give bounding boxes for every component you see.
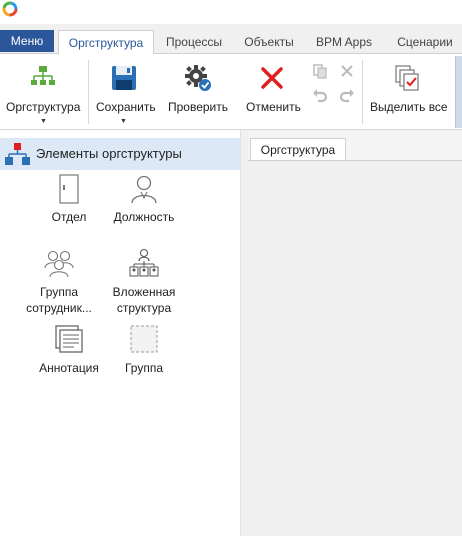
chevron-down-icon: ▼ [120, 118, 127, 125]
select-all-icon [395, 65, 419, 91]
app-logo-icon [2, 1, 18, 17]
nested-structure-icon [129, 248, 159, 277]
title-bar [0, 0, 462, 24]
element-label: Группа [124, 361, 164, 375]
element-position[interactable]: Должность [99, 172, 189, 232]
ribbon-toolbar: Оргструктура ▼ Сохранить ▼ Проверить Отм… [0, 54, 462, 130]
delete-icon[interactable] [339, 63, 355, 79]
gear-check-icon [185, 65, 211, 91]
check-button[interactable]: Проверить [164, 54, 234, 130]
red-x-icon [261, 67, 283, 89]
org-elements-panel: Элементы оргструктуры Отдел Должность Гр… [0, 130, 240, 536]
select-all-button[interactable]: Выделить все [366, 54, 450, 130]
floppy-disk-icon [112, 66, 136, 90]
save-label: Сохранить [96, 100, 156, 114]
panel-title: Элементы оргструктуры [36, 146, 182, 161]
document-tab[interactable]: Оргструктура [250, 138, 346, 160]
panel-splitter[interactable] [240, 130, 248, 536]
group-dashed-icon [130, 325, 158, 353]
document-area: Оргструктура [248, 130, 462, 536]
select-all-label: Выделить все [370, 100, 448, 114]
element-label: Вложенная структура [112, 285, 176, 315]
cancel-button[interactable]: Отменить [240, 54, 306, 130]
tab-processes[interactable]: Процессы [158, 30, 230, 54]
tab-scenarios[interactable]: Сценарии [388, 30, 462, 54]
position-person-icon [131, 175, 157, 204]
menu-button[interactable]: Меню [0, 30, 54, 52]
check-label: Проверить [168, 100, 229, 114]
ribbon-tab-bar: Меню Оргструктура Процессы Объекты BPM A… [0, 24, 462, 55]
cancel-label: Отменить [246, 100, 301, 114]
orgstructure-label: Оргструктура [6, 100, 81, 114]
chevron-down-icon: ▼ [40, 118, 47, 125]
tab-objects[interactable]: Объекты [236, 30, 302, 54]
panel-header: Элементы оргструктуры [0, 138, 240, 170]
department-icon [59, 174, 79, 204]
tab-bpm-apps[interactable]: BPM Apps [308, 30, 380, 54]
annotation-icon [55, 325, 83, 353]
element-employee-group[interactable]: Группа сотрудник... [14, 246, 104, 320]
ribbon-separator [362, 60, 363, 124]
element-label: Должность [113, 210, 175, 224]
org-hierarchy-icon [5, 143, 30, 165]
orgstructure-button[interactable]: Оргструктура ▼ [2, 54, 84, 130]
element-group[interactable]: Группа [99, 324, 189, 378]
save-button[interactable]: Сохранить ▼ [92, 54, 160, 130]
org-chart-icon [31, 66, 55, 85]
employee-group-icon [44, 250, 74, 278]
element-label: Группа сотрудник... [26, 285, 92, 315]
redo-icon[interactable] [339, 87, 355, 103]
element-nested-structure[interactable]: Вложенная структура [99, 246, 189, 320]
ribbon-separator [88, 60, 89, 124]
copy-icon[interactable] [312, 63, 328, 79]
diagram-canvas[interactable] [248, 161, 462, 536]
undo-icon[interactable] [312, 87, 328, 103]
tab-orgstructure[interactable]: Оргструктура [58, 30, 154, 55]
ribbon-right-edge [455, 56, 462, 128]
